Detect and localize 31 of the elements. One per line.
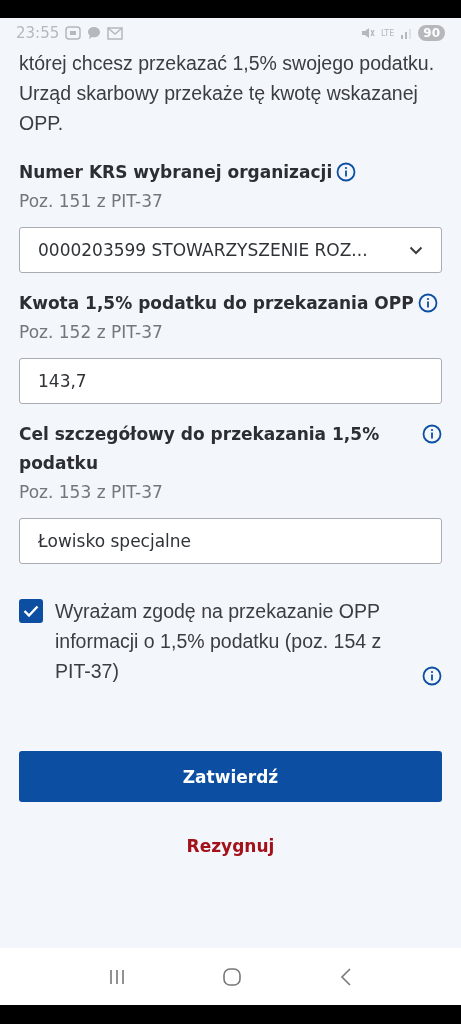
consent-checkbox[interactable] [19,599,43,623]
network-type: LTE [381,28,395,38]
field-hint: Poz. 153 z PIT-37 [19,481,164,504]
confirm-button[interactable]: Zatwierdź [19,751,442,802]
info-icon[interactable] [422,424,442,444]
info-icon[interactable] [417,293,438,313]
consent-text: Wyrażam zgodę na przekazanie OPP informacji o 1,5% podatku (poz. 154 z PIT-37) [55,599,383,684]
chevron-down-icon [409,245,423,255]
back-icon[interactable] [338,966,353,987]
field-hint: Poz. 152 z PIT-37 [19,321,164,344]
home-icon[interactable] [222,966,243,987]
field-hint: Poz. 151 z PIT-37 [19,190,164,213]
field-label: Numer KRS wybranej organizacji [19,161,333,184]
mute-icon [361,26,375,40]
field-label: Kwota 1,5% podatku do przekazania OPP [19,292,414,315]
field-label: Cel szczegółowy do przekazania 1,5% podatku [19,423,381,475]
input-field[interactable]: 143,7 [19,358,442,404]
info-icon[interactable] [336,162,357,182]
organization-select[interactable]: 0000203599 STOWARZYSZENIE ROZ... [19,227,442,273]
chat-icon [87,26,102,40]
info-icon[interactable] [422,666,442,686]
cancel-button[interactable]: Rezygnuj [176,830,285,862]
signal-icon [400,27,413,39]
input-field[interactable]: Łowisko specjalne [19,518,442,564]
check-icon [23,605,39,617]
battery-level: 90 [418,25,445,41]
clock: 23:55 [16,24,60,42]
intro-text: której chcesz przekazać 1,5% swojego podatku. Urząd skarbowy przekaże tę kwotę wskazanej OPP. [19,51,436,136]
screenshot-icon [65,26,82,40]
mail-icon [107,26,124,40]
recent-apps-icon[interactable] [108,967,127,986]
